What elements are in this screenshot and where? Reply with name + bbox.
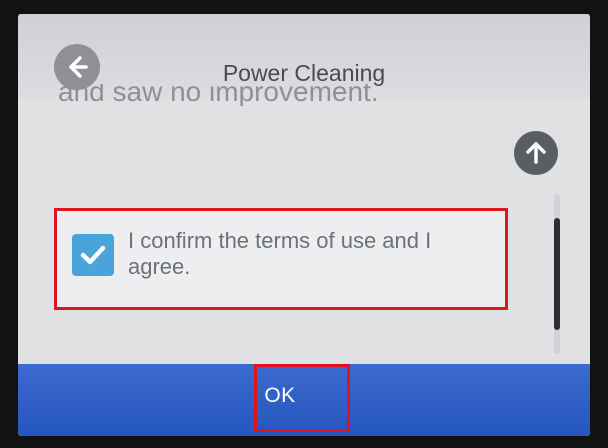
scroll-up-button[interactable] [514, 131, 558, 175]
content-area: and saw no improvement. I confirm the te… [18, 84, 590, 364]
touch-screen: Power Cleaning and saw no improvement. I… [18, 14, 590, 436]
scrollbar-thumb[interactable] [554, 218, 560, 330]
clipped-instruction-label: and saw no improvement. [58, 84, 379, 106]
annotation-highlight-confirm [54, 208, 508, 310]
arrow-up-icon [523, 140, 549, 166]
annotation-highlight-ok [254, 364, 350, 432]
page-title: Power Cleaning [222, 60, 386, 86]
clipped-instruction-text: and saw no improvement. [58, 84, 498, 106]
